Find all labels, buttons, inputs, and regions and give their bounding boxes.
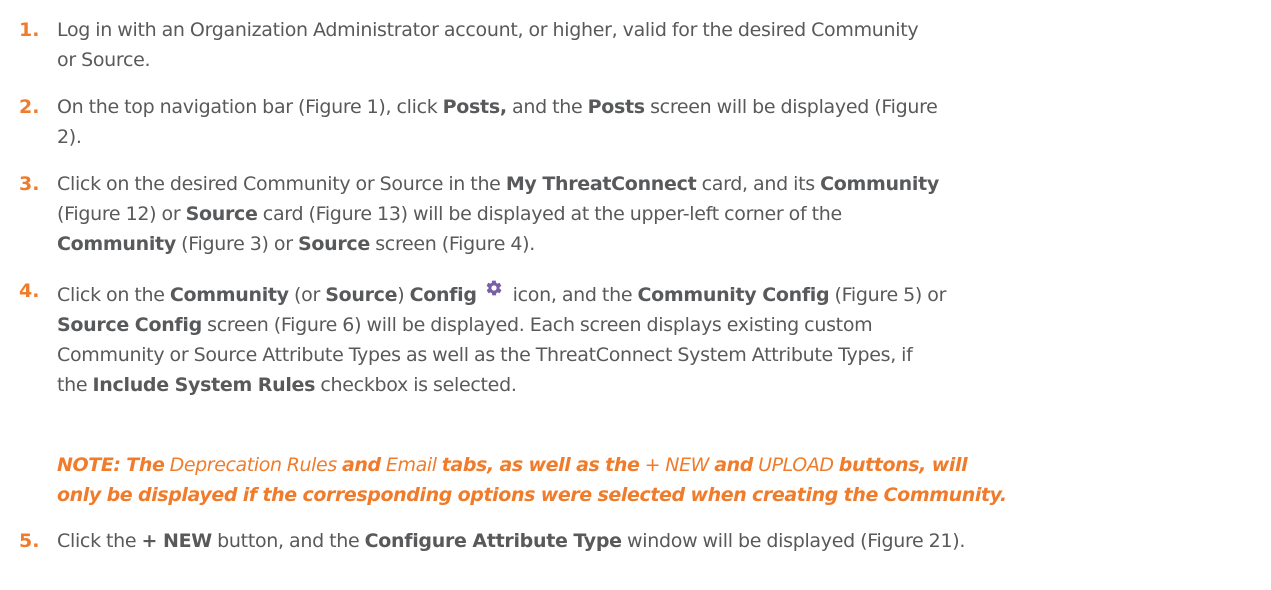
step-text-run: screen (Figure 4). (369, 233, 535, 255)
note-run: Email (380, 454, 442, 476)
include-system-rules-label: Include System Rules (92, 374, 316, 396)
step-text-run: ) (397, 284, 410, 306)
step-text-run: (or (288, 284, 326, 306)
community-label: Community (169, 284, 289, 306)
step-text-run: (Figure 12) or (57, 203, 186, 225)
step-text-run: the (57, 374, 93, 396)
source-screen-label: Source (297, 233, 370, 255)
new-button-label: + NEW (141, 530, 213, 552)
step-number: 5. (19, 530, 40, 552)
step-text-run: card (Figure 13) will be displayed at th… (257, 203, 842, 225)
my-threatconnect-label: My ThreatConnect (505, 173, 697, 195)
gear-icon (485, 276, 503, 296)
note-run: Deprecation Rules (164, 454, 342, 476)
step-text-line: Log in with an Organization Administrato… (57, 19, 919, 41)
source-label: Source (185, 203, 258, 225)
step-text-run: (Figure 5) or (829, 284, 947, 306)
step-text-run: Click on the desired Community or Source… (57, 173, 506, 195)
step-text-run: button, and the (211, 530, 365, 552)
configure-attribute-type-label: Configure Attribute Type (364, 530, 622, 552)
source-config-label: Source Config (57, 314, 202, 336)
posts-screen-label: Posts (587, 96, 645, 118)
step-number: 1. (19, 19, 40, 41)
step-text-run: and the (506, 96, 588, 118)
step-text-line: 2). (57, 126, 82, 148)
step-text-run: Click on the (57, 284, 170, 306)
step-text: On the top navigation bar (Figure 1), cl… (57, 92, 1262, 152)
note-run: and (341, 454, 381, 476)
note-run: and (714, 454, 753, 476)
note-run: tabs, as well as the (441, 454, 640, 476)
step-text-run: Click the (57, 530, 142, 552)
step-text-run: screen will be displayed (Figure (644, 96, 938, 118)
step-text-run: icon, and the (512, 284, 638, 306)
note-text: NOTE: The Deprecation Rules and Email ta… (57, 450, 1262, 510)
step-text: Click on the Community (or Source) Confi… (57, 276, 1262, 400)
step-text-run: checkbox is selected. (315, 374, 517, 396)
step-number: 3. (19, 173, 40, 195)
step-text-line: or Source. (57, 49, 151, 71)
source-label: Source (325, 284, 398, 306)
step-text-run: (Figure 3) or (175, 233, 298, 255)
config-label: Config (409, 284, 477, 306)
step-number: 2. (19, 96, 40, 118)
step-number: 4. (19, 280, 40, 302)
note-run: UPLOAD (752, 454, 839, 476)
note-line: only be displayed if the corresponding o… (57, 484, 1007, 506)
step-text-run: screen (Figure 6) will be displayed. Eac… (201, 314, 873, 336)
community-config-label: Community Config (637, 284, 830, 306)
posts-label: Posts, (442, 96, 507, 118)
note-run: + NEW (639, 454, 715, 476)
step-text: Log in with an Organization Administrato… (57, 15, 1262, 75)
community-screen-label: Community (57, 233, 176, 255)
step-text-run: window will be displayed (Figure 21). (621, 530, 966, 552)
step-text-run: On the top navigation bar (Figure 1), cl… (57, 96, 443, 118)
step-text: Click the + NEW button, and the Configur… (57, 526, 1262, 556)
note-run: buttons, will (838, 454, 968, 476)
community-label: Community (820, 173, 939, 195)
note-label: NOTE: The (57, 454, 165, 476)
step-text-line: Community or Source Attribute Types as w… (57, 344, 913, 366)
step-text-run: card, and its (696, 173, 821, 195)
step-text: Click on the desired Community or Source… (57, 169, 1262, 259)
